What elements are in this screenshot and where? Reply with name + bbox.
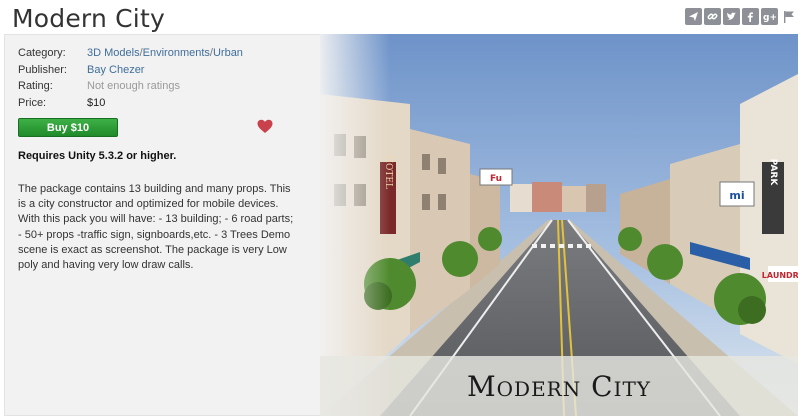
hero-banner-title: Modern City — [466, 370, 652, 403]
category-link-3d-models[interactable]: 3D Models — [87, 47, 140, 59]
info-table: Category: 3D Models/Environments/Urban P… — [18, 45, 243, 111]
price-value: $10 — [87, 96, 106, 109]
rating-row: Rating: Not enough ratings — [18, 78, 243, 95]
price-label: Price: — [18, 96, 47, 109]
publisher-link[interactable]: Bay Chezer — [87, 64, 144, 76]
share-icon[interactable] — [685, 8, 702, 25]
rating-value: Not enough ratings — [87, 80, 180, 92]
laundry-sign-text: LAUNDRY — [762, 271, 798, 280]
rating-label: Rating: — [18, 80, 53, 92]
price-row: Price: $10 — [18, 95, 243, 112]
requirements-text: Requires Unity 5.3.2 or higher. — [18, 150, 177, 162]
page-title: Modern City — [12, 4, 165, 33]
publisher-row: Publisher: Bay Chezer — [18, 62, 243, 79]
twitter-icon[interactable] — [723, 8, 740, 25]
description-text: The package contains 13 building and man… — [18, 183, 294, 272]
buy-button[interactable]: Buy $10 — [18, 118, 118, 137]
park-sign-text: PARK — [768, 159, 778, 187]
category-breadcrumb: 3D Models/Environments/Urban — [87, 45, 243, 62]
link-icon[interactable] — [704, 8, 721, 25]
google-plus-icon[interactable]: g+ — [761, 8, 778, 25]
mi-billboard-text: mi — [729, 189, 744, 202]
category-link-environments[interactable]: Environments — [143, 47, 210, 59]
publisher-label: Publisher: — [18, 63, 67, 76]
flag-icon[interactable] — [780, 8, 797, 25]
details-panel: Category: 3D Models/Environments/Urban P… — [4, 34, 322, 416]
share-toolbar: g+ — [685, 8, 797, 25]
fu-billboard-text: Fu — [490, 174, 502, 184]
svg-text:g+: g+ — [763, 13, 776, 22]
category-link-urban[interactable]: Urban — [213, 47, 243, 59]
facebook-icon[interactable] — [742, 8, 759, 25]
heart-icon[interactable] — [257, 119, 273, 134]
category-row: Category: 3D Models/Environments/Urban — [18, 45, 243, 62]
hero-image[interactable]: HOTEL PARK mi Fu LAUNDRY Modern City — [320, 34, 798, 416]
category-label: Category: — [18, 47, 66, 59]
